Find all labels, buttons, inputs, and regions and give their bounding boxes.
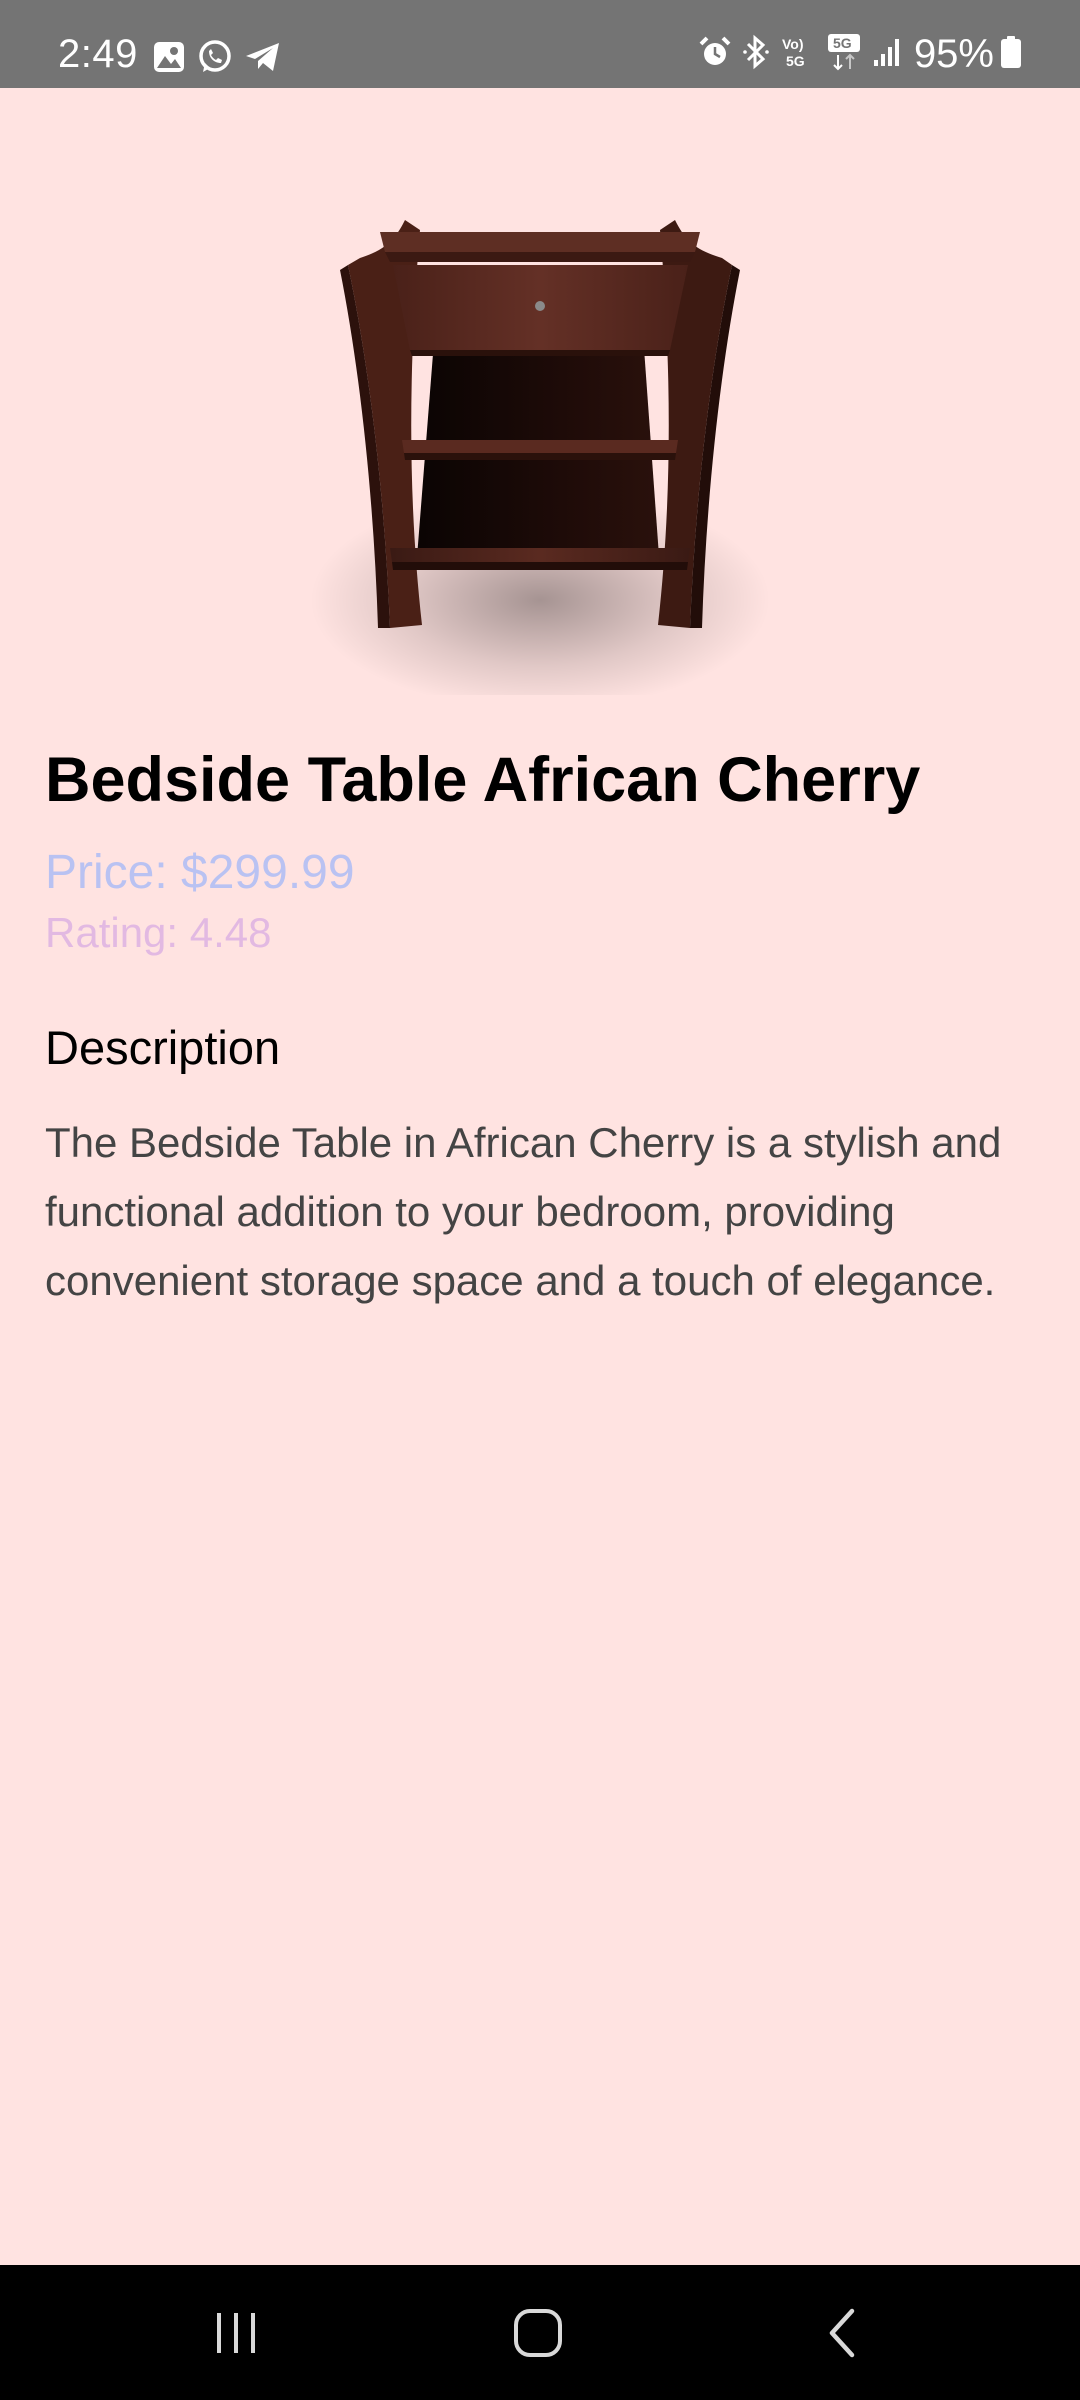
product-image xyxy=(290,170,790,710)
status-time: 2:49 xyxy=(58,32,138,76)
bluetooth-icon xyxy=(742,34,770,75)
bedside-table-image xyxy=(310,220,770,710)
description-heading: Description xyxy=(45,1021,281,1074)
navigation-bar xyxy=(0,2265,1080,2400)
back-icon xyxy=(829,2308,855,2357)
battery-percent: 95% xyxy=(913,32,994,76)
product-rating: Rating: 4.48 xyxy=(45,909,272,956)
whatsapp-icon xyxy=(196,38,234,81)
gallery-icon xyxy=(152,40,186,79)
product-price: Price: $299.99 xyxy=(45,846,355,899)
recent-apps-icon xyxy=(217,2312,255,2353)
svg-text:5G: 5G xyxy=(833,35,852,51)
system-status-icons: Vo) 5G 5G 95% xyxy=(698,32,1080,76)
volte-5g-icon: Vo) 5G xyxy=(780,34,816,75)
telegram-icon xyxy=(244,40,282,79)
description-text: The Bedside Table in African Cherry is a… xyxy=(45,1119,1002,1304)
notification-icons xyxy=(152,38,282,81)
home-icon xyxy=(514,2308,562,2357)
recent-apps-button[interactable] xyxy=(156,2265,316,2400)
5g-data-icon: 5G xyxy=(826,33,862,76)
status-bar: 2:49 Vo) 5G 5G 95% xyxy=(0,0,1080,88)
back-button[interactable] xyxy=(762,2265,922,2400)
battery-icon xyxy=(1000,35,1022,74)
svg-text:Vo): Vo) xyxy=(782,36,804,52)
svg-text:5G: 5G xyxy=(786,53,805,69)
signal-icon xyxy=(872,36,902,73)
product-title: Bedside Table African Cherry xyxy=(45,745,921,815)
home-button[interactable] xyxy=(458,2265,618,2400)
alarm-icon xyxy=(698,35,732,74)
